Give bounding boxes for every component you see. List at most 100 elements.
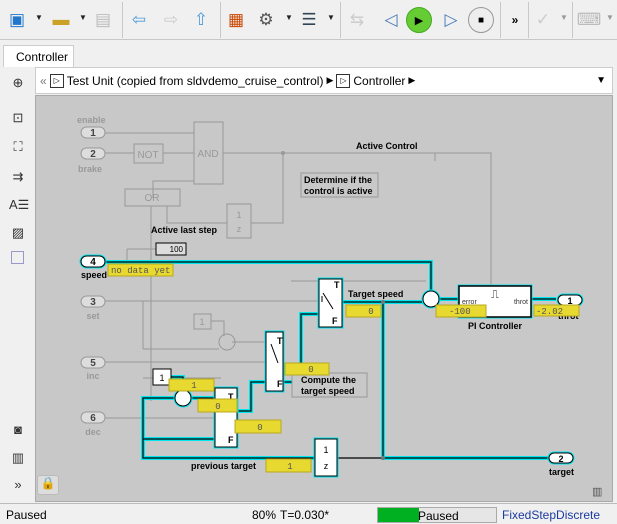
- switch-dec[interactable]: TF: [213, 386, 239, 449]
- stop-icon[interactable]: ■: [468, 7, 494, 33]
- active-control-label: Active Control: [356, 141, 418, 151]
- svg-text:T: T: [277, 336, 283, 346]
- status-state: Paused: [6, 508, 47, 522]
- open-dropdown[interactable]: ▼: [79, 13, 87, 22]
- svg-text:z: z: [237, 224, 242, 234]
- active-last-label: Active last step: [151, 225, 218, 235]
- resize-grip-icon[interactable]: ▥: [592, 485, 602, 498]
- step-forward-icon[interactable]: ▷: [440, 8, 462, 32]
- annotation-icon[interactable]: A☰: [9, 197, 29, 213]
- svg-text:1: 1: [199, 317, 204, 327]
- svg-text:enable: enable: [77, 115, 106, 125]
- svg-text:speed: speed: [81, 270, 107, 280]
- svg-text:1: 1: [323, 445, 328, 455]
- forward-arrow-icon[interactable]: ⇨: [160, 8, 182, 32]
- lock-icon[interactable]: 🔒: [37, 475, 59, 495]
- expand-icon[interactable]: »: [9, 477, 27, 493]
- breadcrumb-dropdown-icon[interactable]: ▼: [596, 75, 606, 86]
- run-icon[interactable]: ▶: [406, 7, 432, 33]
- library-browser-icon[interactable]: ▦: [225, 8, 247, 32]
- keyboard-dropdown[interactable]: ▼: [606, 13, 614, 22]
- svg-text:previous target: previous target: [191, 461, 256, 471]
- svg-text:z: z: [324, 461, 329, 471]
- svg-text:OR: OR: [145, 193, 160, 204]
- svg-text:dec: dec: [85, 427, 101, 437]
- svg-text:-100: -100: [449, 307, 471, 317]
- svg-text:3: 3: [90, 297, 96, 308]
- svg-text:5: 5: [90, 358, 96, 369]
- image-icon[interactable]: ▨: [9, 225, 27, 241]
- svg-text:⎍: ⎍: [491, 289, 499, 301]
- svg-text:inc: inc: [86, 371, 99, 381]
- left-palette: ⊕ ⊡ ⛶ ⇉ A☰ ▨ ◙ ▥ »: [0, 67, 35, 503]
- area-icon[interactable]: [11, 251, 24, 264]
- svg-text:1: 1: [191, 381, 196, 391]
- svg-text:4: 4: [90, 257, 96, 268]
- svg-text:Determine if the: Determine if the: [304, 175, 372, 185]
- outport-target[interactable]: 2: [547, 451, 575, 465]
- svg-text:control is active: control is active: [304, 186, 373, 196]
- camera-icon[interactable]: ◙: [9, 422, 27, 438]
- check-icon[interactable]: ✓: [532, 8, 554, 32]
- tab-controller[interactable]: Controller: [3, 45, 74, 67]
- model-explorer-icon[interactable]: ☰: [298, 8, 320, 32]
- svg-text:Target speed: Target speed: [348, 289, 403, 299]
- svg-text:1: 1: [159, 373, 164, 383]
- solver-link[interactable]: FixedStepDiscrete: [502, 508, 600, 522]
- keyboard-icon[interactable]: ⌨: [577, 8, 602, 32]
- svg-text:PI Controller: PI Controller: [468, 321, 523, 331]
- block-diagram: NOT AND OR 1 z 1 100 enable brake Active…: [77, 115, 584, 478]
- svg-text:F: F: [277, 379, 283, 389]
- svg-text:Compute the: Compute the: [301, 375, 356, 385]
- switch-target-speed[interactable]: TF: [317, 277, 344, 329]
- breadcrumb: « ▷ Test Unit (copied from sldvdemo_crui…: [35, 67, 613, 94]
- toolbar: ▣ ▼ ▬ ▼ ▤ ⇦ ⇨ ⇧ ▦ ⚙ ▼ ☰ ▼ ⇆ ◁ ▶ ▷ ■ » ✓ ▼ ⌨ ▼: [0, 0, 617, 40]
- svg-text:2: 2: [90, 149, 96, 160]
- breadcrumb-separator-icon: ▶: [326, 75, 334, 85]
- step-back-config-icon[interactable]: ⇆: [346, 8, 368, 32]
- gear-icon[interactable]: ⚙: [255, 8, 277, 32]
- status-bar: Paused 80% T=0.030* Paused FixedStepDisc…: [0, 503, 617, 524]
- svg-text:1: 1: [90, 128, 96, 139]
- check-dropdown[interactable]: ▼: [560, 13, 568, 22]
- switch-inc[interactable]: TF: [264, 330, 285, 393]
- svg-text:1: 1: [236, 210, 241, 220]
- save-icon[interactable]: ▤: [92, 8, 114, 32]
- new-model-icon[interactable]: ▣: [6, 8, 28, 32]
- svg-text:-2.02: -2.02: [536, 307, 563, 317]
- open-folder-icon[interactable]: ▬: [50, 8, 72, 32]
- svg-text:0: 0: [215, 402, 220, 412]
- new-dropdown[interactable]: ▼: [35, 13, 43, 22]
- svg-text:NOT: NOT: [137, 150, 158, 161]
- zoom-icon[interactable]: ⊡: [9, 110, 27, 126]
- back-arrow-icon[interactable]: ⇦: [128, 8, 150, 32]
- model-browser-icon[interactable]: ▥: [9, 450, 27, 466]
- svg-text:T: T: [334, 280, 340, 290]
- subsystem-icon: ▷: [336, 73, 351, 88]
- more-icon[interactable]: »: [504, 8, 526, 32]
- unit-delay-previous[interactable]: 1 z: [313, 437, 339, 478]
- svg-text:F: F: [228, 435, 234, 445]
- explorer-dropdown[interactable]: ▼: [327, 13, 335, 22]
- arrow-icon[interactable]: ⇉: [9, 169, 27, 185]
- settings-dropdown[interactable]: ▼: [285, 13, 293, 22]
- zoom-level: 80%: [252, 508, 277, 522]
- breadcrumb-item-controller[interactable]: Controller: [353, 74, 405, 88]
- subsystem-icon: ▷: [49, 73, 64, 88]
- svg-text:target: target: [549, 467, 574, 477]
- breadcrumb-back[interactable]: «: [40, 74, 47, 88]
- svg-text:AND: AND: [197, 149, 218, 160]
- svg-text:no data yet: no data yet: [111, 266, 170, 276]
- svg-text:0: 0: [257, 423, 262, 433]
- outport-throt[interactable]: 1: [556, 293, 584, 307]
- hide-browser-icon[interactable]: ⊕: [9, 75, 27, 91]
- svg-text:2: 2: [558, 454, 563, 464]
- svg-text:100: 100: [170, 245, 184, 254]
- breadcrumb-item-test-unit[interactable]: Test Unit (copied from sldvdemo_cruise_c…: [67, 74, 324, 88]
- diagram-canvas[interactable]: NOT AND OR 1 z 1 100 enable brake Active…: [35, 95, 613, 502]
- step-back-icon[interactable]: ◁: [380, 8, 402, 32]
- fit-view-icon[interactable]: ⛶: [9, 139, 27, 155]
- up-arrow-icon[interactable]: ⇧: [190, 8, 212, 32]
- svg-text:1: 1: [287, 462, 292, 472]
- svg-text:set: set: [86, 311, 99, 321]
